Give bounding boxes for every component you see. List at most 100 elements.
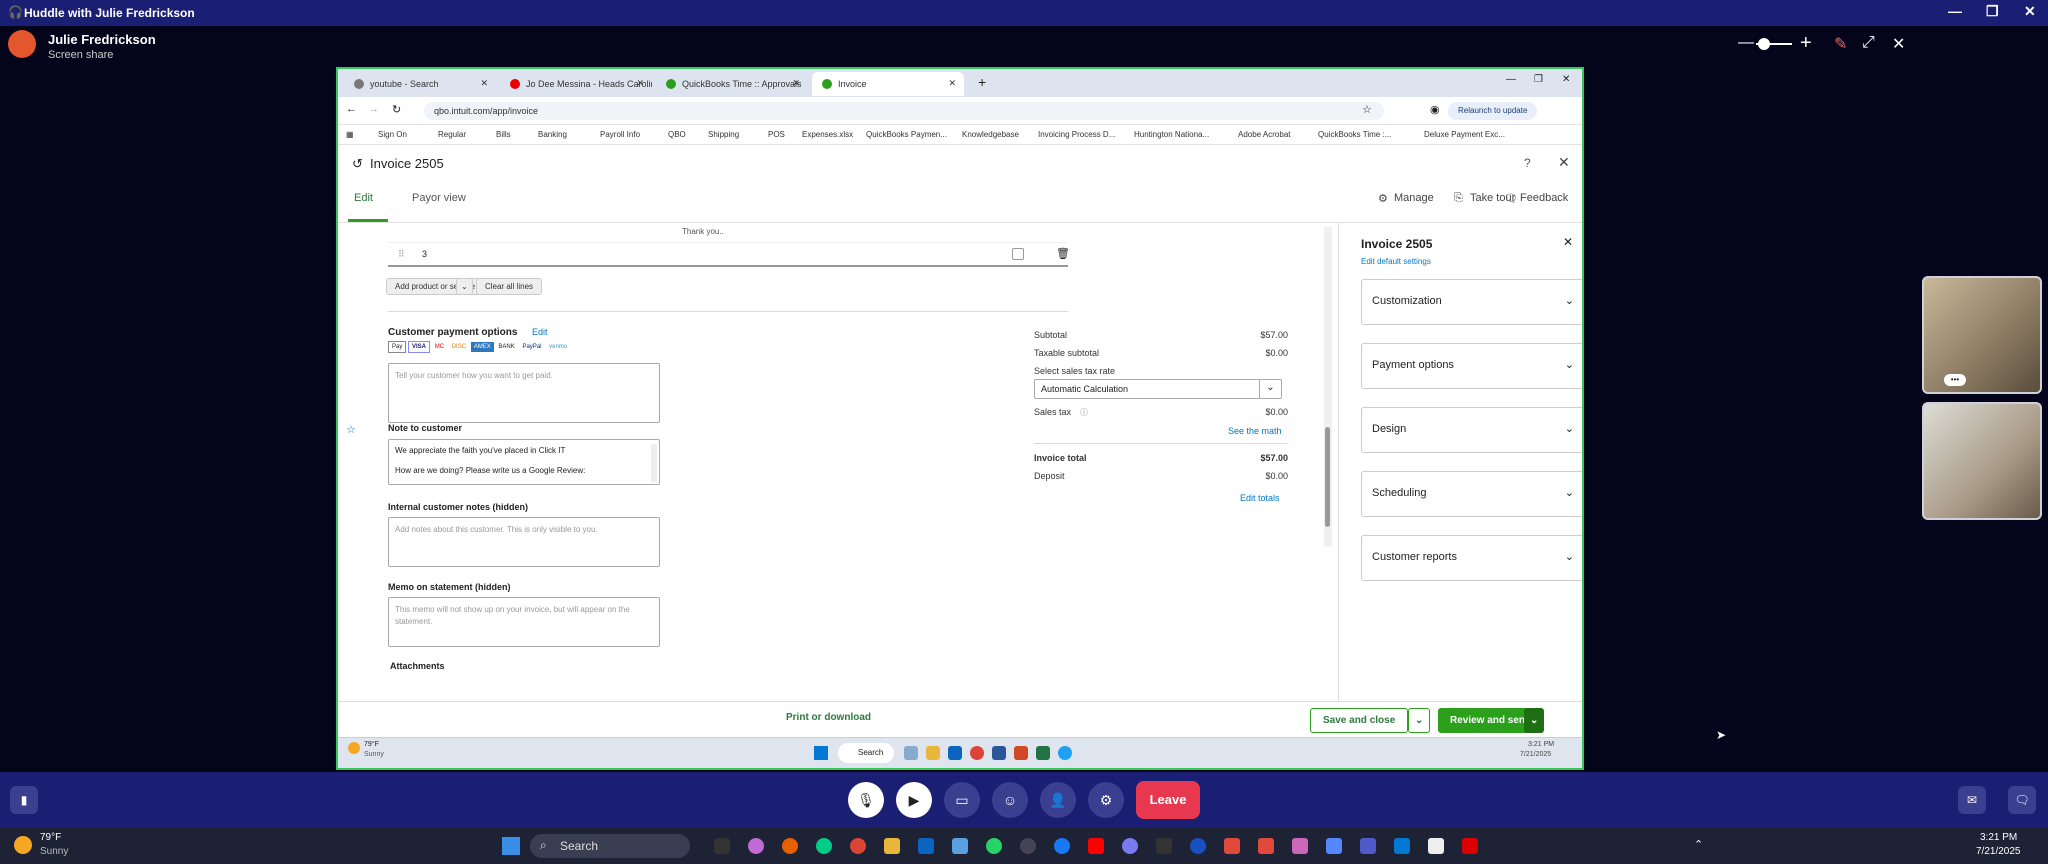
panel-section-scheduling[interactable]: Scheduling ⌄ (1361, 471, 1582, 517)
expand-icon[interactable]: ⤢ (1862, 34, 1875, 52)
leave-button[interactable]: Leave (1136, 781, 1200, 819)
close-icon[interactable]: ✕ (2024, 3, 2036, 20)
edit-totals-link[interactable]: Edit totals (1240, 493, 1280, 503)
reload-icon[interactable]: ↻ (392, 103, 401, 116)
app-icon[interactable] (1258, 838, 1274, 854)
zoom-out-icon[interactable]: — (1738, 34, 1754, 52)
settings-app-icon[interactable] (1326, 838, 1342, 854)
close-window-icon[interactable]: ✕ (1562, 74, 1570, 85)
participant-video[interactable] (1922, 402, 2042, 520)
app-icon[interactable] (1190, 838, 1206, 854)
browser-tab[interactable]: Jo Dee Messina - Heads Carolin ✕ (500, 72, 652, 96)
bookmark-star-icon[interactable]: ☆ (1362, 103, 1372, 116)
bookmark-item[interactable]: Knowledgebase (962, 130, 1019, 139)
edit-defaults-link[interactable]: Edit default settings (1361, 257, 1431, 266)
note-scrollbar[interactable] (651, 444, 657, 482)
save-options-chevron-icon[interactable]: ⌄ (1408, 708, 1431, 733)
apps-grid-icon[interactable]: ▦ (346, 130, 354, 139)
panel-section-customer-reports[interactable]: Customer reports ⌄ (1361, 535, 1582, 581)
thread-icon[interactable]: ✉ (1958, 786, 1986, 814)
whatsapp-icon[interactable] (986, 838, 1002, 854)
star-icon[interactable]: ☆ (346, 423, 356, 436)
scrollbar-thumb[interactable] (1325, 427, 1330, 527)
bookmark-item[interactable]: Deluxe Payment Exc... (1424, 130, 1505, 139)
close-panel-icon[interactable]: ✕ (1563, 235, 1573, 249)
new-tab-icon[interactable]: + (978, 74, 986, 90)
memo-field[interactable]: This memo will not show up on your invoi… (388, 597, 660, 647)
send-options-chevron-icon[interactable]: ⌄ (1524, 708, 1545, 733)
bookmark-item[interactable]: Huntington Nationa... (1134, 130, 1209, 139)
close-tab-icon[interactable]: ✕ (480, 78, 488, 89)
app-icon[interactable] (1156, 838, 1172, 854)
content-scrollbar[interactable] (1324, 227, 1332, 547)
bookmark-item[interactable]: Bills (496, 130, 511, 139)
youtube-icon[interactable] (1088, 838, 1104, 854)
bookmark-item[interactable]: POS (768, 130, 785, 139)
save-close-button[interactable]: Save and close (1310, 708, 1409, 733)
info-icon[interactable]: ⓘ (1080, 407, 1088, 418)
word-icon[interactable] (992, 746, 1006, 760)
note-to-customer-field[interactable]: We appreciate the faith you've placed in… (388, 439, 660, 485)
bookmark-item[interactable]: QBO (668, 130, 686, 139)
calendar-icon[interactable] (952, 838, 968, 854)
more-options-icon[interactable]: ••• (1944, 374, 1966, 386)
outlook-icon[interactable] (918, 838, 934, 854)
acrobat-icon[interactable] (1462, 838, 1478, 854)
close-share-icon[interactable]: ✕ (1892, 34, 1905, 54)
share-screen-icon[interactable]: ▭ (944, 782, 980, 818)
minimize-icon[interactable]: — (1506, 74, 1516, 85)
app-icon[interactable] (1122, 838, 1138, 854)
file-explorer-icon[interactable] (884, 838, 900, 854)
remote-search[interactable]: Search (838, 743, 894, 763)
help-icon[interactable]: ? (1524, 156, 1531, 170)
chat-icon[interactable]: 🗨 (2008, 786, 2036, 814)
url-field[interactable]: qbo.intuit.com/app/invoice (424, 102, 1384, 120)
copilot-icon[interactable] (748, 838, 764, 854)
video-icon[interactable]: ▶ (896, 782, 932, 818)
app-icon[interactable] (904, 746, 918, 760)
chevron-down-icon[interactable]: ⌄ (1259, 380, 1281, 398)
bookmark-item[interactable]: Regular (438, 130, 466, 139)
participant-video[interactable]: ••• (1922, 276, 2042, 394)
bookmark-item[interactable]: Sign On (378, 130, 407, 139)
chevron-down-icon[interactable]: ⌄ (456, 278, 473, 295)
tab-edit[interactable]: Edit (354, 192, 373, 204)
teams-icon[interactable] (1360, 838, 1376, 854)
app-icon[interactable] (1224, 838, 1240, 854)
close-tab-icon[interactable]: ✕ (948, 78, 956, 89)
browser-icon[interactable] (1058, 746, 1072, 760)
outlook-icon[interactable] (1394, 838, 1410, 854)
bookmark-item[interactable]: QuickBooks Paymen... (866, 130, 947, 139)
task-view-icon[interactable] (714, 838, 730, 854)
bookmark-item[interactable]: Shipping (708, 130, 739, 139)
panel-section-design[interactable]: Design ⌄ (1361, 407, 1582, 453)
bookmark-item[interactable]: QuickBooks Time :... (1318, 130, 1391, 139)
security-icon[interactable] (1020, 838, 1036, 854)
browser-tab-active[interactable]: Invoice ✕ (812, 72, 964, 96)
row-checkbox[interactable] (1012, 248, 1024, 260)
firefox-icon[interactable] (782, 838, 798, 854)
powerpoint-icon[interactable] (1014, 746, 1028, 760)
edge-icon[interactable] (816, 838, 832, 854)
mic-icon[interactable]: 🎙 (848, 782, 884, 818)
manage-link[interactable]: Manage (1394, 192, 1434, 204)
tax-rate-select[interactable]: Automatic Calculation ⌄ (1034, 379, 1282, 399)
emoji-icon[interactable]: ☺ (992, 782, 1028, 818)
app-icon[interactable] (1428, 838, 1444, 854)
delete-row-icon[interactable]: 🗑 (1056, 247, 1070, 260)
bookmark-item[interactable]: Expenses.xlsx (802, 130, 853, 139)
zoom-slider-thumb[interactable] (1758, 38, 1770, 50)
system-tray[interactable] (1720, 839, 2020, 853)
clear-lines-button[interactable]: Clear all lines (476, 278, 543, 295)
zoom-in-icon[interactable]: + (1800, 32, 1812, 55)
minimize-icon[interactable]: — (1948, 3, 1962, 19)
profile-icon[interactable]: ◉ (1430, 103, 1440, 116)
drag-handle-icon[interactable]: ⠿ (398, 249, 405, 260)
folder-icon[interactable] (926, 746, 940, 760)
browser-tab[interactable]: youtube - Search ✕ (344, 72, 496, 96)
chrome-icon[interactable] (850, 838, 866, 854)
browser-tab[interactable]: QuickBooks Time :: Approvals ✕ (656, 72, 808, 96)
tab-payor-view[interactable]: Payor view (412, 192, 466, 204)
tray-chevron-icon[interactable]: ⌃ (1694, 838, 1703, 851)
add-people-icon[interactable]: 👤 (1040, 782, 1076, 818)
